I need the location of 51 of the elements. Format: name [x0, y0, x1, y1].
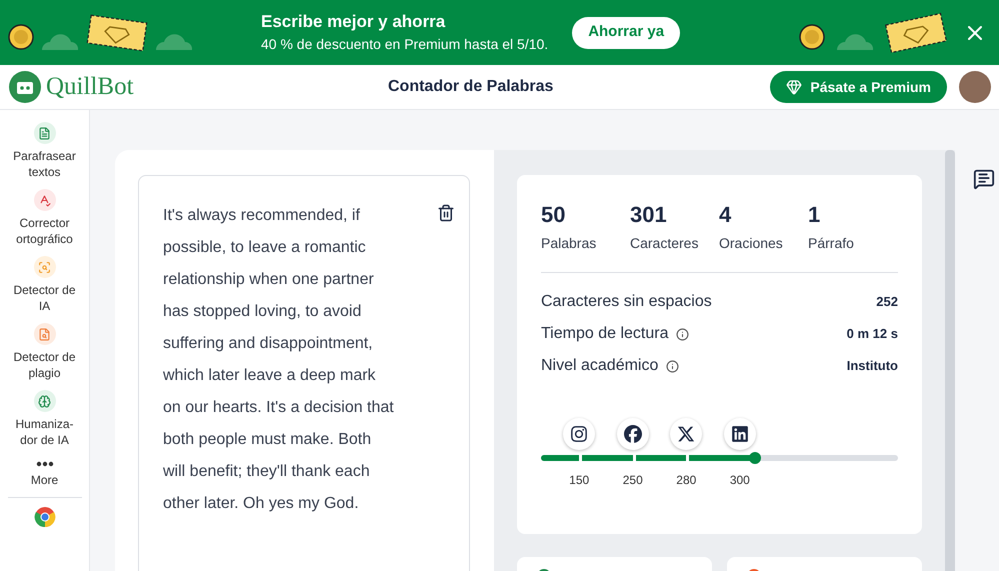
sidebar-item[interactable]: Parafrasear textos — [8, 148, 82, 180]
social-badge[interactable] — [616, 418, 649, 450]
sidebar-item[interactable]: Humaniza-dor de IA — [8, 416, 82, 448]
stat-value: 50 — [541, 201, 566, 229]
sidebar-item[interactable]: Detector de IA — [8, 282, 82, 314]
robot-logo-icon — [8, 70, 42, 104]
stat-value: 301 — [630, 201, 668, 229]
more-dots-icon — [36, 461, 54, 467]
milestone-label: 150 — [569, 472, 590, 489]
tool-icon[interactable] — [34, 323, 56, 345]
page-title: Contador de Palabras — [388, 77, 554, 97]
detail-value: 0 m 12 s — [846, 325, 898, 344]
detail-label: Tiempo de lectura — [541, 324, 668, 344]
stat-label: Caracteres — [630, 234, 700, 253]
milestone-label: 280 — [676, 472, 696, 489]
stat-label: Oraciones — [719, 234, 784, 253]
banner-title: Escribe mejor y ahorra — [261, 11, 446, 33]
coin-icon — [799, 24, 825, 50]
premium-button[interactable]: Pásate a Premium — [770, 71, 947, 103]
detail-label: Caracteres sin espacios — [541, 292, 712, 312]
detail-label: Nivel académico — [541, 356, 658, 376]
quillbot-logo-text[interactable]: QuillBot — [46, 68, 134, 106]
save-now-button[interactable]: Ahorrar ya — [572, 16, 680, 48]
feedback-icon[interactable] — [973, 168, 995, 190]
banner-subtitle: 40 % de descuento en Premium hasta el 5/10. — [261, 35, 548, 54]
stat-value: 1 — [808, 201, 822, 229]
text-editor[interactable] — [138, 175, 470, 571]
diamond-icon — [786, 79, 802, 95]
milestone-label: 250 — [622, 472, 643, 489]
social-badge[interactable] — [724, 418, 756, 450]
delete-icon[interactable] — [437, 204, 455, 222]
coin-icon — [8, 24, 34, 50]
social-badge[interactable] — [563, 418, 596, 450]
stat-label: Párrafo — [808, 234, 855, 253]
avatar[interactable] — [959, 71, 991, 103]
tool-icon[interactable] — [34, 390, 56, 412]
tool-icon[interactable] — [34, 122, 56, 144]
detail-value: 252 — [876, 293, 898, 312]
progress-thumb[interactable] — [749, 452, 762, 464]
milestone-label: 300 — [730, 472, 750, 489]
sidebar-item[interactable]: More — [30, 471, 58, 489]
sidebar-item[interactable]: Corrector ortográfico — [8, 215, 82, 247]
detail-value: Instituto — [846, 357, 898, 376]
info-icon[interactable] — [666, 360, 680, 372]
social-badge[interactable] — [670, 418, 702, 450]
stat-value: 4 — [719, 201, 732, 229]
tool-icon[interactable] — [34, 189, 56, 211]
browser-logo-icon[interactable] — [34, 506, 56, 528]
info-icon[interactable] — [676, 328, 690, 340]
sidebar-item[interactable]: Detector de plagio — [8, 349, 82, 381]
stat-label: Palabras — [541, 234, 598, 253]
